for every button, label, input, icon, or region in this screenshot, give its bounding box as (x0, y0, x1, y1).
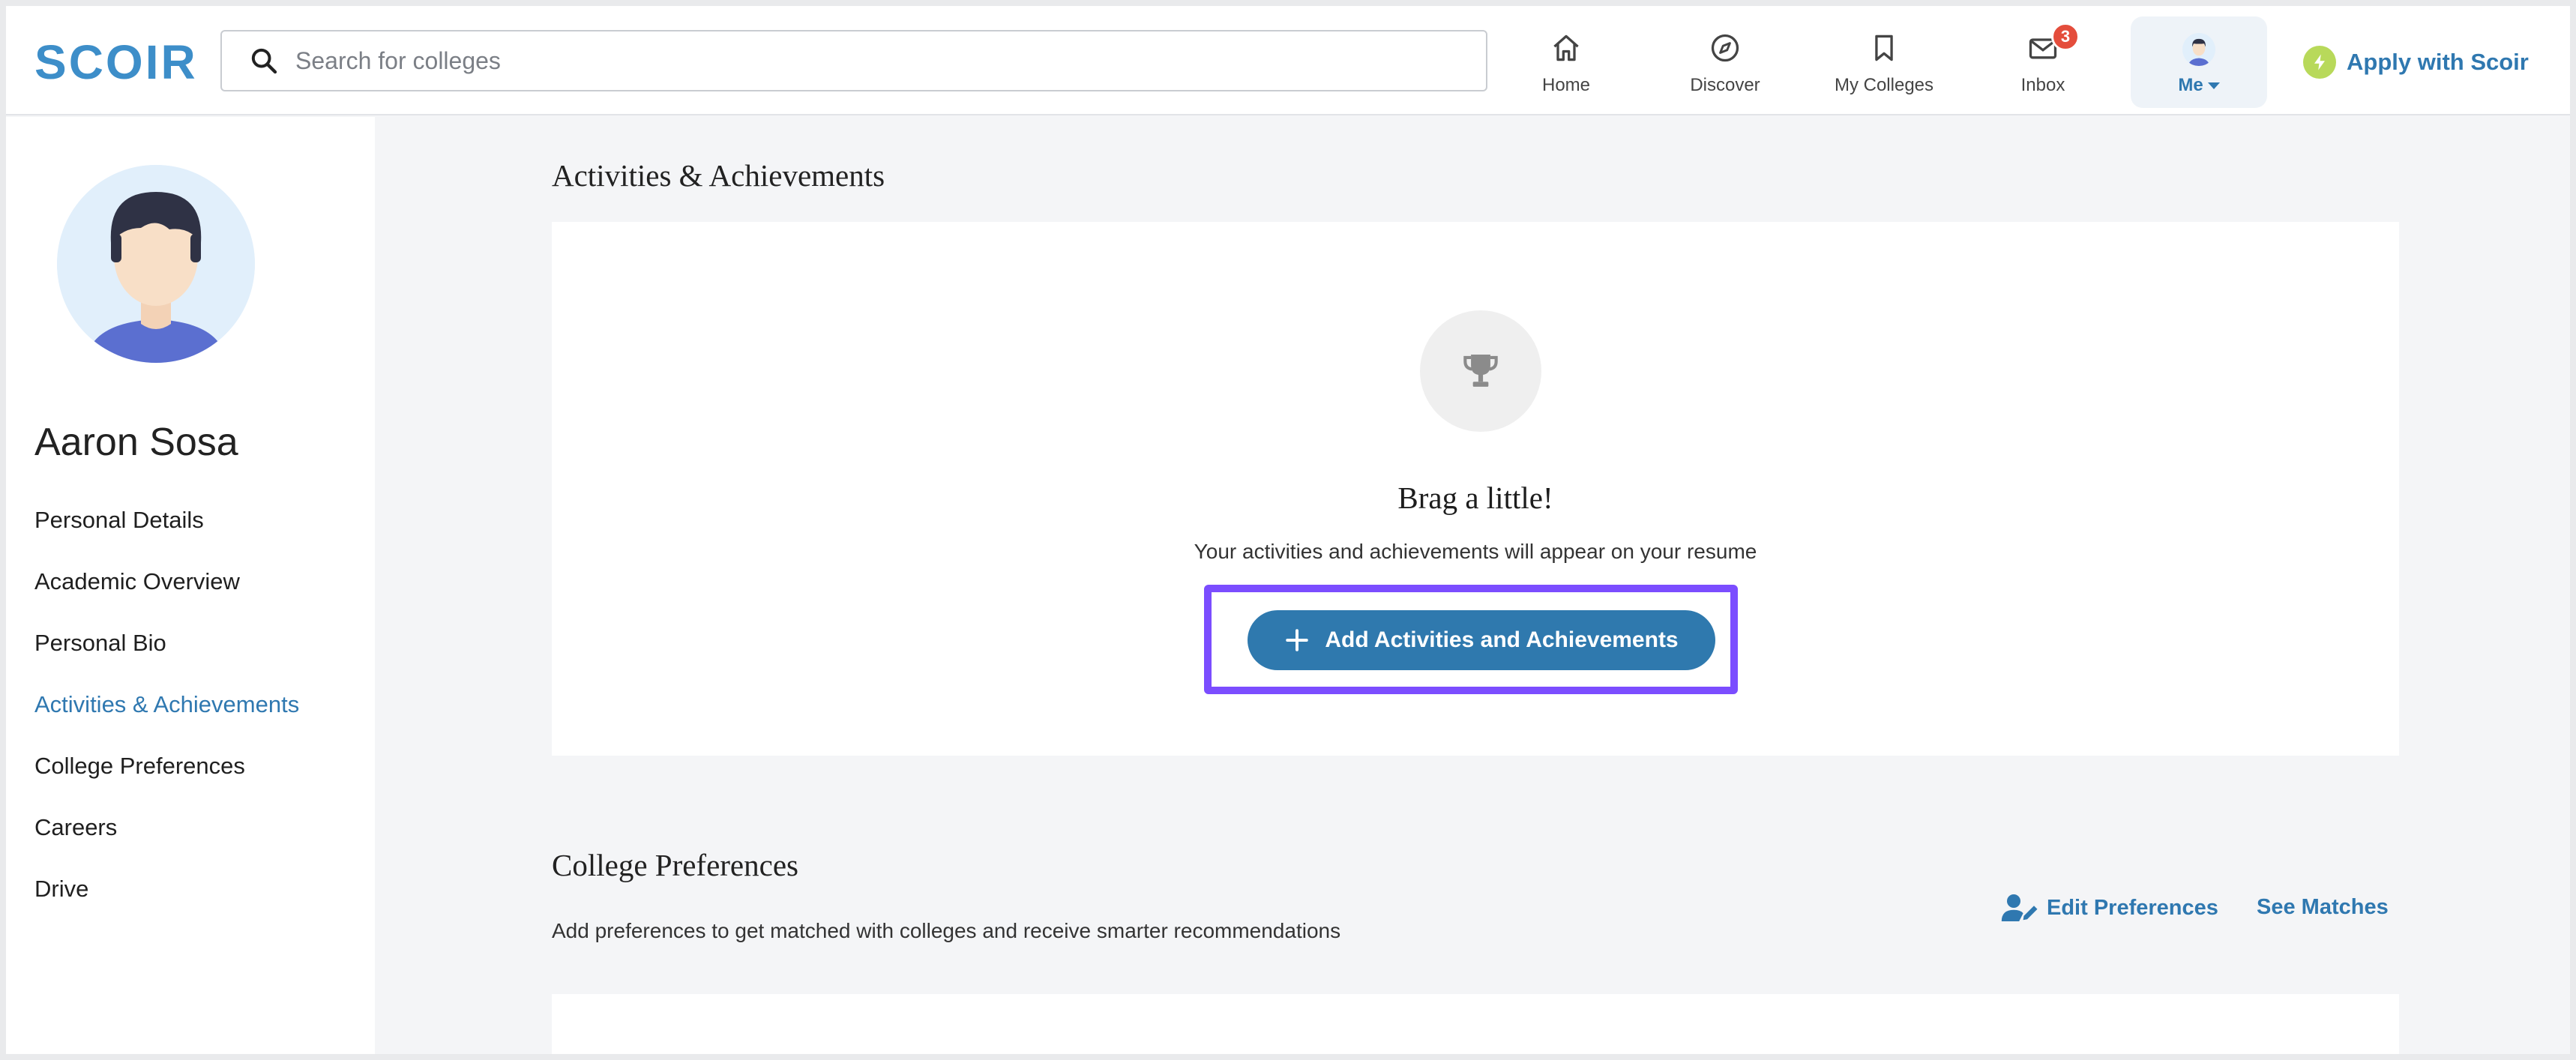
chevron-down-icon (2207, 82, 2220, 89)
nav-discover[interactable]: Discover (1654, 27, 1796, 102)
edit-preferences-label: Edit Preferences (2047, 895, 2218, 920)
nav-me[interactable]: Me (2131, 16, 2267, 108)
apply-with-scoir-link[interactable]: Apply with Scoir (2303, 42, 2529, 82)
sidebar-item-college-preferences[interactable]: College Preferences (34, 751, 299, 813)
sidebar-item-careers[interactable]: Careers (34, 813, 299, 874)
preferences-section-title: College Preferences (552, 848, 798, 882)
search-icon (251, 48, 277, 74)
apply-label: Apply with Scoir (2347, 49, 2529, 75)
empty-state-title: Brag a little! (1397, 481, 1553, 515)
nav-me-text: Me (2178, 75, 2203, 95)
app-window: SCOIR Home Discover M (6, 6, 2570, 1054)
nav-inbox[interactable]: Inbox 3 (1972, 22, 2114, 102)
activities-empty-card: Brag a little! Your activities and achie… (552, 222, 2399, 756)
see-matches-link[interactable]: See Matches (2257, 895, 2389, 920)
add-activities-button[interactable]: Add Activities and Achievements (1248, 610, 1715, 670)
profile-nav: Personal Details Academic Overview Perso… (34, 505, 299, 936)
scoir-logo[interactable]: SCOIR (34, 36, 198, 88)
search-bar[interactable] (220, 30, 1487, 91)
profile-name: Aaron Sosa (34, 421, 238, 464)
preferences-card (552, 994, 2399, 1054)
nav-inbox-label: Inbox (2020, 75, 2065, 95)
preferences-description: Add preferences to get matched with coll… (552, 919, 1341, 942)
sidebar-item-academic-overview[interactable]: Academic Overview (34, 567, 299, 628)
top-header: SCOIR Home Discover M (6, 6, 2570, 115)
bookmark-icon (1875, 34, 1893, 61)
profile-avatar (57, 165, 255, 363)
nav-home-label: Home (1541, 75, 1591, 95)
user-avatar-small (2182, 33, 2215, 66)
edit-preferences-link[interactable]: Edit Preferences (2000, 889, 2218, 927)
trophy-icon (1463, 355, 1498, 387)
trophy-badge (1420, 310, 1541, 432)
compass-icon (1711, 34, 1739, 62)
sidebar-item-drive[interactable]: Drive (34, 874, 299, 936)
plus-icon (1286, 629, 1309, 651)
nav-home[interactable]: Home (1495, 27, 1637, 102)
profile-sidebar: Aaron Sosa Personal Details Academic Ove… (6, 117, 375, 1054)
add-activities-button-label: Add Activities and Achievements (1325, 627, 1679, 652)
lightning-icon (2303, 46, 2336, 79)
home-icon (1553, 34, 1579, 61)
logo-text: SCOIR (34, 35, 198, 89)
search-input[interactable] (295, 46, 1465, 75)
sidebar-item-personal-details[interactable]: Personal Details (34, 505, 299, 567)
inbox-count-badge: 3 (2051, 22, 2080, 51)
nav-me-label: Me (2178, 75, 2220, 96)
sidebar-item-personal-bio[interactable]: Personal Bio (34, 628, 299, 690)
nav-discover-label: Discover (1690, 75, 1760, 95)
nav-my-colleges[interactable]: My Colleges (1813, 27, 1955, 102)
sidebar-item-activities-achievements[interactable]: Activities & Achievements (34, 690, 299, 751)
activities-section-title: Activities & Achievements (552, 158, 885, 193)
user-edit-icon (2001, 894, 2038, 921)
nav-my-colleges-label: My Colleges (1834, 75, 1934, 95)
empty-state-subtitle: Your activities and achievements will ap… (1194, 540, 1757, 563)
